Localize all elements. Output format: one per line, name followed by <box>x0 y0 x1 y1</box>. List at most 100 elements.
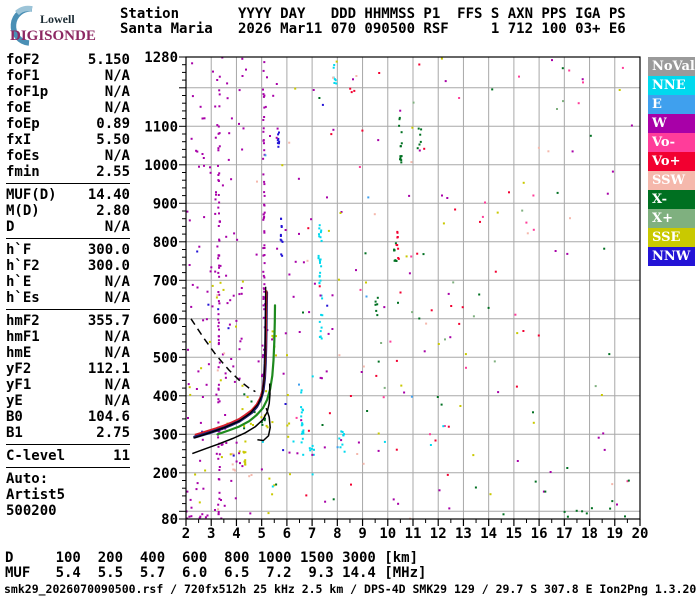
param-value: N/A <box>104 329 130 345</box>
legend-swatch-vo: Vo- <box>648 133 695 152</box>
svg-text:500: 500 <box>153 350 178 366</box>
param-label: yF1 <box>6 377 32 393</box>
muf-row: MUF 5.4 5.5 5.7 6.0 6.5 7.2 9.3 14.4 [MH… <box>5 565 427 581</box>
param-separator <box>6 309 130 310</box>
param-value: N/A <box>104 84 130 100</box>
svg-text:400: 400 <box>153 389 178 405</box>
param-row: B1 2.75 <box>6 425 130 441</box>
param-label: hmF1 <box>6 329 40 345</box>
param-value: 5.50 <box>96 132 130 148</box>
svg-text:7: 7 <box>308 526 316 542</box>
digisonde-logo: Lowell DIGISONDE <box>4 4 116 48</box>
param-separator <box>6 467 130 468</box>
param-label: MUF(D) <box>6 187 57 203</box>
scaled-parameters-panel: foF2 5.150 foF1 N/A foF1p N/A foE N/A foEp 0.89 fx… <box>6 52 130 519</box>
svg-text:6: 6 <box>283 526 291 542</box>
param-row: foE N/A <box>6 100 130 116</box>
svg-text:15: 15 <box>505 526 522 542</box>
legend-swatch-e: E <box>648 95 695 114</box>
param-row: fxI 5.50 <box>6 132 130 148</box>
param-label: hmE <box>6 345 32 361</box>
autoscaler-info: Artist5 <box>6 487 66 503</box>
param-value: 2.55 <box>96 164 130 180</box>
param-row: h`F 300.0 <box>6 242 130 258</box>
svg-text:17: 17 <box>556 526 573 542</box>
legend-swatch-x: X- <box>648 190 695 209</box>
param-row: foEp 0.89 <box>6 116 130 132</box>
param-separator <box>6 444 130 445</box>
svg-text:800: 800 <box>153 235 178 251</box>
param-row: hmF2 355.7 <box>6 313 130 329</box>
param-value: N/A <box>104 68 130 84</box>
param-value: 5.150 <box>87 52 130 68</box>
legend-swatch-vo: Vo+ <box>648 152 695 171</box>
param-label: h`F <box>6 242 32 258</box>
param-row: yF1 N/A <box>6 377 130 393</box>
param-value: 104.6 <box>87 409 130 425</box>
param-value: N/A <box>104 148 130 164</box>
param-row: foF2 5.150 <box>6 52 130 68</box>
param-label: foF1 <box>6 68 40 84</box>
svg-text:8: 8 <box>333 526 341 542</box>
param-value: N/A <box>104 290 130 306</box>
param-value: N/A <box>104 393 130 409</box>
svg-text:200: 200 <box>153 466 178 482</box>
param-row: fmin 2.55 <box>6 164 130 180</box>
svg-text:600: 600 <box>153 312 178 328</box>
svg-text:5: 5 <box>257 526 265 542</box>
param-label: foEp <box>6 116 40 132</box>
svg-text:2: 2 <box>182 526 190 542</box>
param-row: h`F2 300.0 <box>6 258 130 274</box>
svg-text:14: 14 <box>480 526 497 542</box>
param-row: C-level 11 <box>6 448 130 464</box>
param-label: fmin <box>6 164 40 180</box>
svg-text:10: 10 <box>379 526 396 542</box>
svg-text:700: 700 <box>153 273 178 289</box>
param-value: 355.7 <box>87 313 130 329</box>
param-label: D <box>6 219 15 235</box>
param-label: h`E <box>6 274 32 290</box>
param-label: B0 <box>6 409 23 425</box>
ionogram-plot-svg: 2 3 4 5 6 7 8 9 10 11 12 13 14 15 16 17 18 19 20 1280 1100 10… <box>144 50 648 542</box>
param-label: h`Es <box>6 290 40 306</box>
station-header: Station YYYY DAY DDD HHMMSS P1 FFS S AXN… <box>120 7 626 37</box>
param-row: h`Es N/A <box>6 290 130 306</box>
param-row: foF1p N/A <box>6 84 130 100</box>
svg-text:1000: 1000 <box>144 158 178 174</box>
param-label: h`F2 <box>6 258 40 274</box>
param-label: foF1p <box>6 84 49 100</box>
param-label: fxI <box>6 132 32 148</box>
param-label: yE <box>6 393 23 409</box>
param-row: h`E N/A <box>6 274 130 290</box>
status-line: smk29_2026070090500.rsf / 720fx512h 25 k… <box>4 582 697 596</box>
legend-swatch-nne: NNE <box>648 76 695 95</box>
param-value: 2.75 <box>96 425 130 441</box>
param-label: hmF2 <box>6 313 40 329</box>
param-value: N/A <box>104 274 130 290</box>
svg-text:300: 300 <box>153 427 178 443</box>
param-value: N/A <box>104 377 130 393</box>
digisonde-ionogram-screen: Lowell DIGISONDE Station YYYY DAY DDD HH… <box>0 0 700 600</box>
param-value: N/A <box>104 100 130 116</box>
legend-swatch-nnw: NNW <box>648 247 695 266</box>
legend-swatch-sse: SSE <box>648 228 695 247</box>
svg-text:12: 12 <box>430 526 447 542</box>
param-label: M(D) <box>6 203 40 219</box>
param-row: foF1 N/A <box>6 68 130 84</box>
legend-swatch-w: W <box>648 114 695 133</box>
svg-text:900: 900 <box>153 196 178 212</box>
svg-text:13: 13 <box>455 526 472 542</box>
svg-text:19: 19 <box>606 526 623 542</box>
param-value: N/A <box>104 219 130 235</box>
param-row: hmF1 N/A <box>6 329 130 345</box>
param-row: D N/A <box>6 219 130 235</box>
ionogram-plot: 2 3 4 5 6 7 8 9 10 11 12 13 14 15 16 17 18 19 20 1280 1100 10… <box>140 50 655 545</box>
param-row: B0 104.6 <box>6 409 130 425</box>
param-row: yF2 112.1 <box>6 361 130 377</box>
param-value: N/A <box>104 345 130 361</box>
param-row: MUF(D) 14.40 <box>6 187 130 203</box>
param-label: foF2 <box>6 52 40 68</box>
param-separator <box>6 238 130 239</box>
param-row: foEs N/A <box>6 148 130 164</box>
svg-text:9: 9 <box>358 526 366 542</box>
